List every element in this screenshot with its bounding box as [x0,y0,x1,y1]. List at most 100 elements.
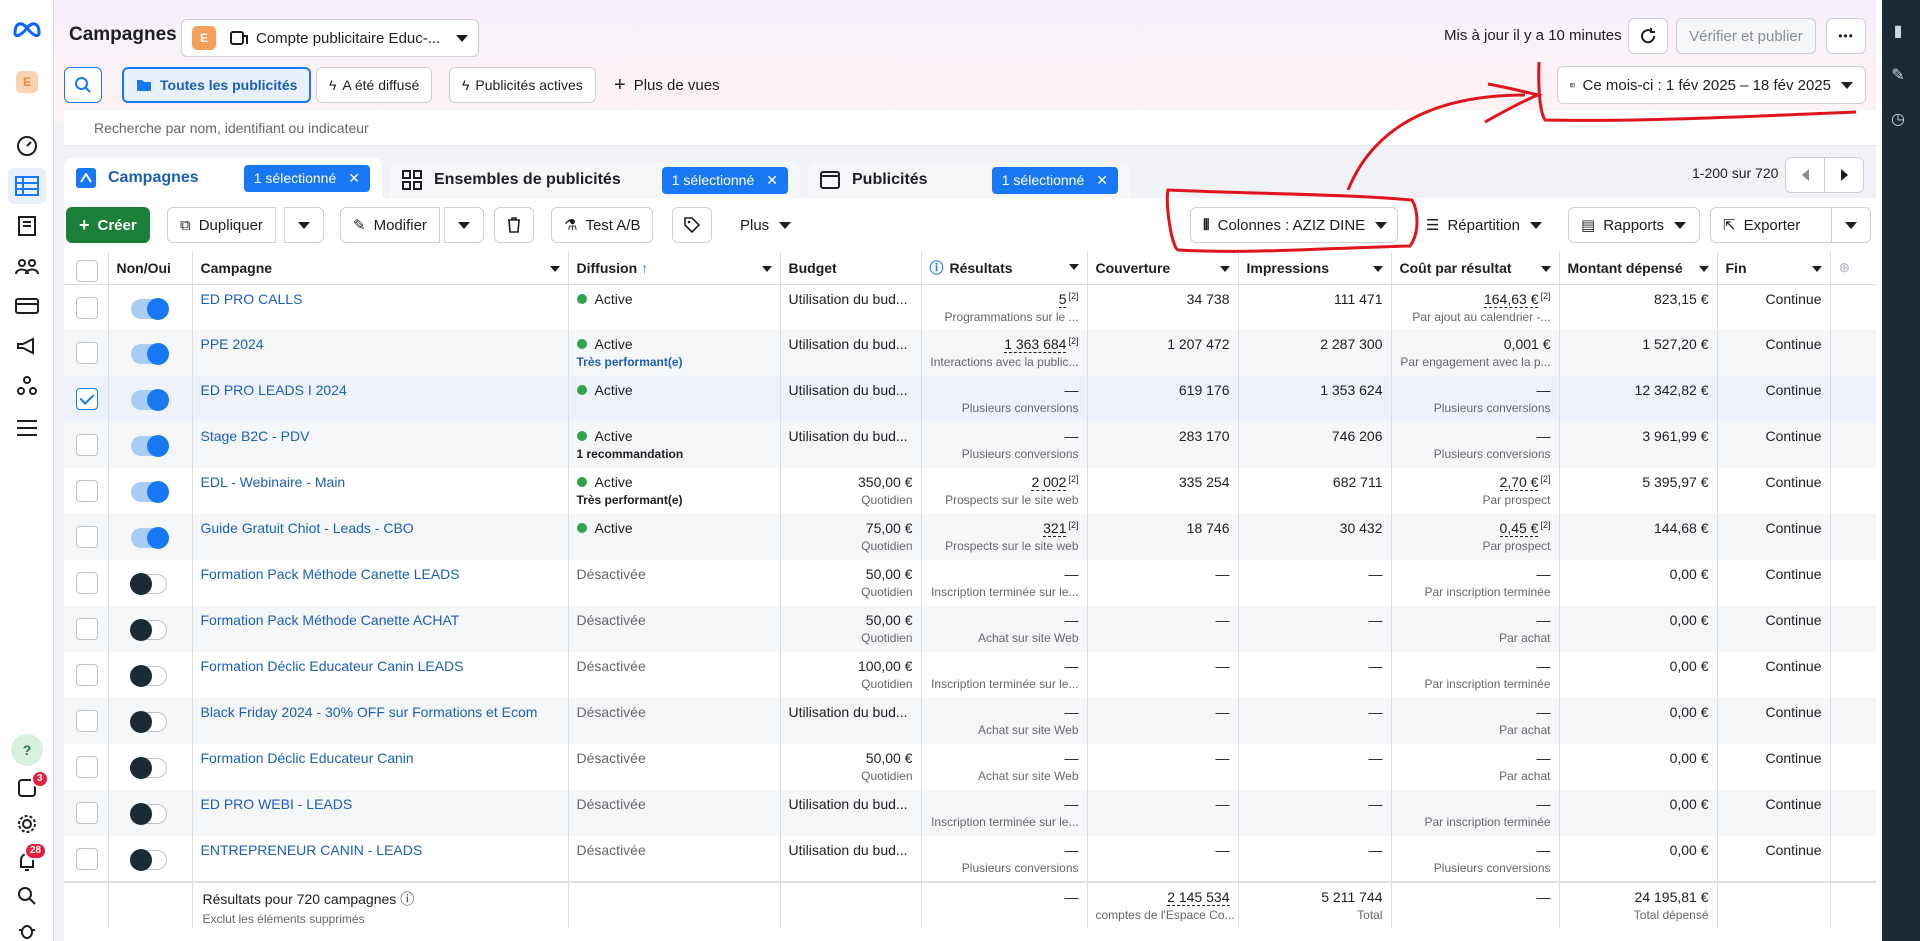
tab-ads[interactable]: Publicités 1 sélectionné ✕ [808,162,1130,198]
column-header-reach[interactable]: Couverture [1087,252,1239,285]
account-avatar[interactable]: E [13,68,41,96]
campaign-name-link[interactable]: PPE 2024 [201,336,264,352]
ads-selected-chip[interactable]: 1 sélectionné ✕ [991,166,1118,194]
history-clock-icon[interactable]: ◷ [1876,104,1920,134]
row-toggle[interactable] [130,527,169,549]
column-header-amount-spent[interactable]: Montant dépensé [1559,252,1718,285]
campaign-name-link[interactable]: ED PRO CALLS [201,291,303,307]
row-toggle[interactable] [129,803,167,825]
campaign-name-link[interactable]: ED PRO LEADS I 2024 [201,382,347,398]
table-row[interactable]: Formation Pack Méthode Canette ACHAT Désa… [64,606,1876,652]
export-button[interactable]: ⇱ Exporter [1710,207,1832,243]
table-row[interactable]: Stage B2C - PDV Active 1 recommandation Uti… [64,422,1876,468]
row-toggle[interactable] [129,619,167,641]
campaign-name-link[interactable]: Formation Déclic Educateur Canin LEADS [201,658,464,674]
table-row[interactable]: Formation Déclic Educateur Canin LEADS Dé… [64,652,1876,698]
delivered-filter-button[interactable]: ϟA été diffusé [316,67,433,103]
row-toggle[interactable] [129,757,167,779]
tag-button[interactable] [672,207,712,243]
results-value[interactable]: 321 [1043,520,1067,537]
add-column-header[interactable]: ⊕ [1830,252,1876,285]
menu-hamburger-icon[interactable] [13,414,41,442]
reports-button[interactable]: ▤ Rapports [1568,207,1700,243]
delivery-tag[interactable]: Très performant(e) [577,355,772,369]
ab-test-button[interactable]: ⚗ Test A/B [551,207,654,243]
table-row[interactable]: Formation Déclic Educateur Canin Désactiv… [64,744,1876,790]
edit-pencil-icon[interactable]: ✎ [1876,60,1920,90]
audiences-icon[interactable] [13,252,41,280]
table-row[interactable]: Formation Pack Méthode Canette LEADS Désa… [64,560,1876,606]
cost-per-result-value[interactable]: 2,70 € [1499,474,1539,491]
campaign-name-link[interactable]: Formation Déclic Educateur Canin [201,750,414,766]
delivery-tag[interactable]: 1 recommandation [577,447,772,461]
review-publish-button[interactable]: Vérifier et publier [1676,18,1816,54]
search-toggle-button[interactable] [64,67,102,103]
column-header-onoff[interactable]: Non/Oui [108,252,193,285]
active-ads-filter-button[interactable]: ϟ Publicités actives [449,67,596,103]
results-value[interactable]: 1 363 684 [1004,336,1067,353]
tab-campaigns[interactable]: Campagnes 1 sélectionné ✕ [64,158,382,198]
row-toggle[interactable] [130,297,169,320]
all-ads-filter-button[interactable]: Toutes les publicités [122,67,312,103]
row-checkbox[interactable] [76,756,98,778]
row-toggle[interactable] [130,435,169,457]
row-toggle[interactable] [129,711,167,733]
row-checkbox[interactable] [76,526,98,548]
delete-button[interactable] [494,207,534,243]
totals-reach[interactable]: 2 145 534 [1167,889,1230,906]
info-icon[interactable]: ⓘ [400,891,414,907]
table-row[interactable]: ENTREPRENEUR CANIN - LEADS Désactivée Util… [64,836,1876,882]
row-checkbox[interactable] [76,848,98,870]
more-views-button[interactable]: + Plus de vues [602,67,732,103]
campaigns-table-icon[interactable] [8,168,46,204]
refresh-button[interactable] [1628,18,1668,54]
campaign-name-link[interactable]: Guide Gratuit Chiot - Leads - CBO [201,520,414,536]
table-row[interactable]: ED PRO CALLS Active Utilisation du bud... 5… [64,284,1876,330]
date-range-picker[interactable]: Ce mois-ci : 1 fév 2025 – 18 fév 2025 [1557,66,1866,104]
bug-report-icon[interactable] [13,916,41,941]
more-actions-button[interactable]: Plus [728,207,803,243]
table-row[interactable]: PPE 2024 Active Très performant(e) Utilisat… [64,330,1876,376]
row-checkbox[interactable] [76,388,98,410]
adsets-selected-chip[interactable]: 1 sélectionné ✕ [661,166,788,194]
row-toggle[interactable] [130,343,169,365]
previous-page-button[interactable] [1785,157,1825,193]
campaign-name-link[interactable]: Formation Pack Méthode Canette LEADS [201,566,460,582]
select-all-header[interactable] [64,252,109,285]
campaign-name-link[interactable]: Stage B2C - PDV [201,428,310,444]
row-checkbox[interactable] [76,342,98,364]
next-page-button[interactable] [1824,157,1864,193]
column-header-delivery[interactable]: Diffusion ↑ [568,252,781,285]
select-all-checkbox[interactable] [76,259,98,282]
row-toggle[interactable] [129,665,167,687]
help-icon[interactable]: ? [11,734,43,766]
tab-adsets[interactable]: Ensembles de publicités 1 sélectionné ✕ [390,162,800,198]
duplicate-button[interactable]: ⧉ Dupliquer [167,207,276,243]
row-checkbox[interactable] [76,572,98,594]
search-input[interactable]: Recherche par nom, identifiant ou indica… [64,110,1876,146]
row-toggle[interactable] [129,573,167,595]
results-value[interactable]: 2 002 [1031,474,1067,491]
chart-icon[interactable]: ▮ [1876,16,1920,46]
table-row[interactable]: Black Friday 2024 - 30% OFF sur Formatio… [64,698,1876,744]
megaphone-icon[interactable] [13,332,41,360]
row-checkbox[interactable] [76,434,98,456]
breakdown-button[interactable]: ☰ Répartition [1414,207,1554,243]
search-icon[interactable] [13,882,41,910]
create-button[interactable]: + Créer [66,207,150,243]
row-checkbox[interactable] [76,664,98,686]
row-toggle[interactable] [129,849,167,871]
row-checkbox[interactable] [76,618,98,640]
export-dropdown-button[interactable] [1831,207,1871,243]
edit-button[interactable]: ✎ Modifier [340,207,440,243]
columns-button[interactable]: ⦀ Colonnes : AZIZ DINE [1190,207,1398,243]
table-row[interactable]: ED PRO LEADS I 2024 Active Utilisation du … [64,376,1876,422]
column-header-results[interactable]: ⓘ Résultats [921,252,1088,285]
pages-icon[interactable] [13,212,41,240]
meta-logo-icon[interactable] [10,14,44,42]
business-network-icon[interactable] [13,372,41,400]
settings-gear-icon[interactable] [13,810,41,838]
campaign-name-link[interactable]: Black Friday 2024 - 30% OFF sur Formatio… [201,704,538,720]
table-row[interactable]: EDL - Webinaire - Main Active Très perform… [64,468,1876,514]
results-value[interactable]: 5 [1058,290,1067,308]
